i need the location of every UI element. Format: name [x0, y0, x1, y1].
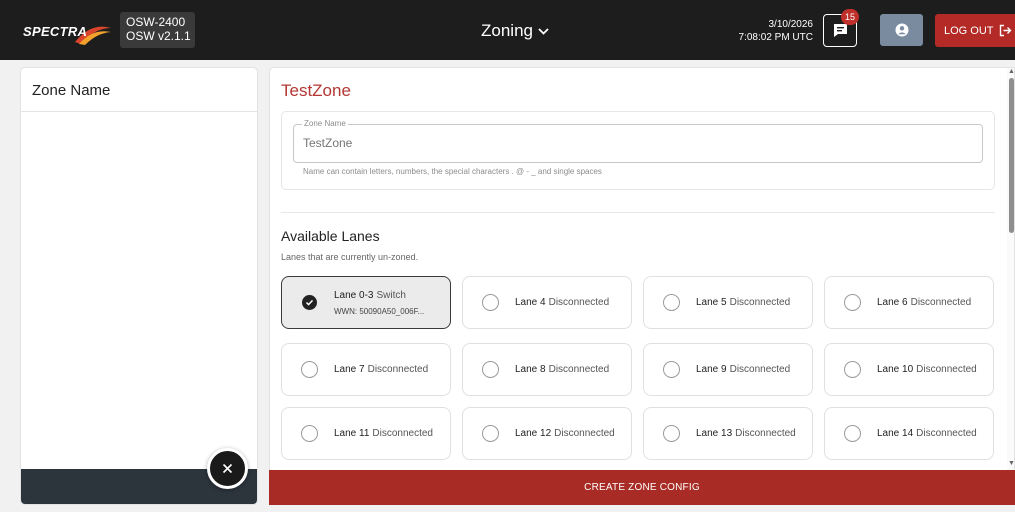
check-circle-icon	[302, 295, 317, 310]
message-count-badge: 15	[841, 9, 859, 25]
messages-button[interactable]: 15	[823, 9, 859, 47]
lane-status: Disconnected	[554, 428, 615, 439]
radio-icon	[301, 425, 318, 442]
lane-wwn: WWN: 50090A50_006F...	[334, 307, 425, 316]
lane-status: Disconnected	[372, 428, 433, 439]
section-divider	[281, 212, 995, 213]
lane-label: Lane 0-3 Switch	[334, 290, 406, 301]
radio-icon	[844, 361, 861, 378]
lane-card-14[interactable]: Lane 14 Disconnected	[824, 407, 994, 460]
logout-icon	[999, 24, 1012, 37]
zone-name-help: Name can contain letters, numbers, the s…	[303, 167, 602, 176]
lane-label: Lane 11 Disconnected	[334, 428, 433, 439]
user-icon	[895, 23, 908, 37]
lane-label: Lane 5 Disconnected	[696, 297, 791, 308]
lane-card-0-3[interactable]: Lane 0-3 Switch WWN: 50090A50_006F...	[281, 276, 451, 329]
chevron-down-icon	[538, 27, 549, 35]
zone-name-field[interactable]: Zone Name	[293, 119, 983, 163]
radio-icon	[844, 294, 861, 311]
lane-status: Disconnected	[910, 297, 972, 308]
lane-card-5[interactable]: Lane 5 Disconnected	[643, 276, 813, 329]
zone-name-card: Zone Name Name can contain letters, numb…	[281, 111, 995, 190]
zoning-nav-menu[interactable]: Zoning	[481, 21, 550, 41]
scroll-up-arrow-icon[interactable]: ▲	[1008, 68, 1014, 75]
lane-label: Lane 9 Disconnected	[696, 364, 791, 375]
lane-label: Lane 6 Disconnected	[877, 297, 972, 308]
zone-list-panel: Zone Name	[20, 67, 258, 505]
lane-card-9[interactable]: Lane 9 Disconnected	[643, 343, 813, 396]
device-model: OSW-2400	[126, 15, 186, 29]
lane-card-13[interactable]: Lane 13 Disconnected	[643, 407, 813, 460]
scroll-thumb[interactable]	[1009, 78, 1014, 233]
spectra-logo[interactable]: SPECTRA	[17, 20, 111, 46]
user-button[interactable]	[880, 14, 923, 46]
top-bar: SPECTRA OSW-2400 OSW v2.1.1 Zoning 3/10/…	[0, 0, 1015, 60]
lane-label: Lane 12 Disconnected	[515, 428, 615, 439]
logo-text: SPECTRA	[23, 24, 88, 39]
zone-title: TestZone	[281, 81, 351, 100]
editor-scrollbar[interactable]: ▲ ▼	[1007, 68, 1014, 470]
radio-icon	[482, 425, 499, 442]
lane-status: Disconnected	[735, 428, 796, 439]
logout-label: LOG OUT	[944, 24, 994, 37]
zone-editor-panel: TestZone Zone Name Name can contain lett…	[269, 67, 1015, 505]
lane-status: Disconnected	[367, 364, 429, 375]
radio-icon	[844, 425, 861, 442]
lane-status: Switch	[376, 290, 406, 301]
device-version: OSW v2.1.1	[126, 29, 191, 43]
lane-label: Lane 13 Disconnected	[696, 428, 796, 439]
time-text: 7:08:02 PM UTC	[738, 32, 813, 43]
radio-icon	[482, 294, 499, 311]
create-zone-config-button[interactable]: CREATE ZONE CONFIG	[269, 470, 1015, 505]
lane-label: Lane 8 Disconnected	[515, 364, 610, 375]
date-text: 3/10/2026	[768, 19, 814, 30]
datetime-display: 3/10/2026 7:08:02 PM UTC	[739, 18, 813, 44]
lane-status: Disconnected	[729, 297, 791, 308]
lane-status: Disconnected	[916, 364, 977, 375]
close-icon	[222, 463, 233, 474]
zone-list-header: Zone Name	[21, 68, 257, 112]
radio-icon	[663, 294, 680, 311]
zone-name-input[interactable]	[303, 136, 903, 150]
lane-status: Disconnected	[729, 364, 791, 375]
scroll-down-arrow-icon[interactable]: ▼	[1008, 460, 1014, 467]
lane-card-10[interactable]: Lane 10 Disconnected	[824, 343, 994, 396]
device-info: OSW-2400 OSW v2.1.1	[120, 12, 195, 48]
close-fab-button[interactable]	[207, 448, 248, 489]
lane-status: Disconnected	[916, 428, 977, 439]
lane-status: Disconnected	[548, 297, 610, 308]
radio-icon	[663, 361, 680, 378]
radio-icon	[482, 361, 499, 378]
zone-name-legend: Zone Name	[302, 119, 348, 128]
nav-title-label: Zoning	[481, 21, 533, 40]
lane-label: Lane 7 Disconnected	[334, 364, 429, 375]
lane-label: Lane 4 Disconnected	[515, 297, 610, 308]
logout-button[interactable]: LOG OUT	[935, 14, 1015, 47]
message-icon	[833, 24, 847, 37]
lane-status: Disconnected	[548, 364, 610, 375]
available-lanes-subtitle: Lanes that are currently un-zoned.	[281, 252, 419, 262]
lane-card-7[interactable]: Lane 7 Disconnected	[281, 343, 451, 396]
lane-card-11[interactable]: Lane 11 Disconnected	[281, 407, 451, 460]
radio-icon	[301, 361, 318, 378]
lane-card-12[interactable]: Lane 12 Disconnected	[462, 407, 632, 460]
lane-card-4[interactable]: Lane 4 Disconnected	[462, 276, 632, 329]
lane-card-8[interactable]: Lane 8 Disconnected	[462, 343, 632, 396]
radio-icon	[663, 425, 680, 442]
lane-label: Lane 14 Disconnected	[877, 428, 977, 439]
lane-card-6[interactable]: Lane 6 Disconnected	[824, 276, 994, 329]
available-lanes-title: Available Lanes	[281, 228, 380, 244]
lane-label: Lane 10 Disconnected	[877, 364, 977, 375]
